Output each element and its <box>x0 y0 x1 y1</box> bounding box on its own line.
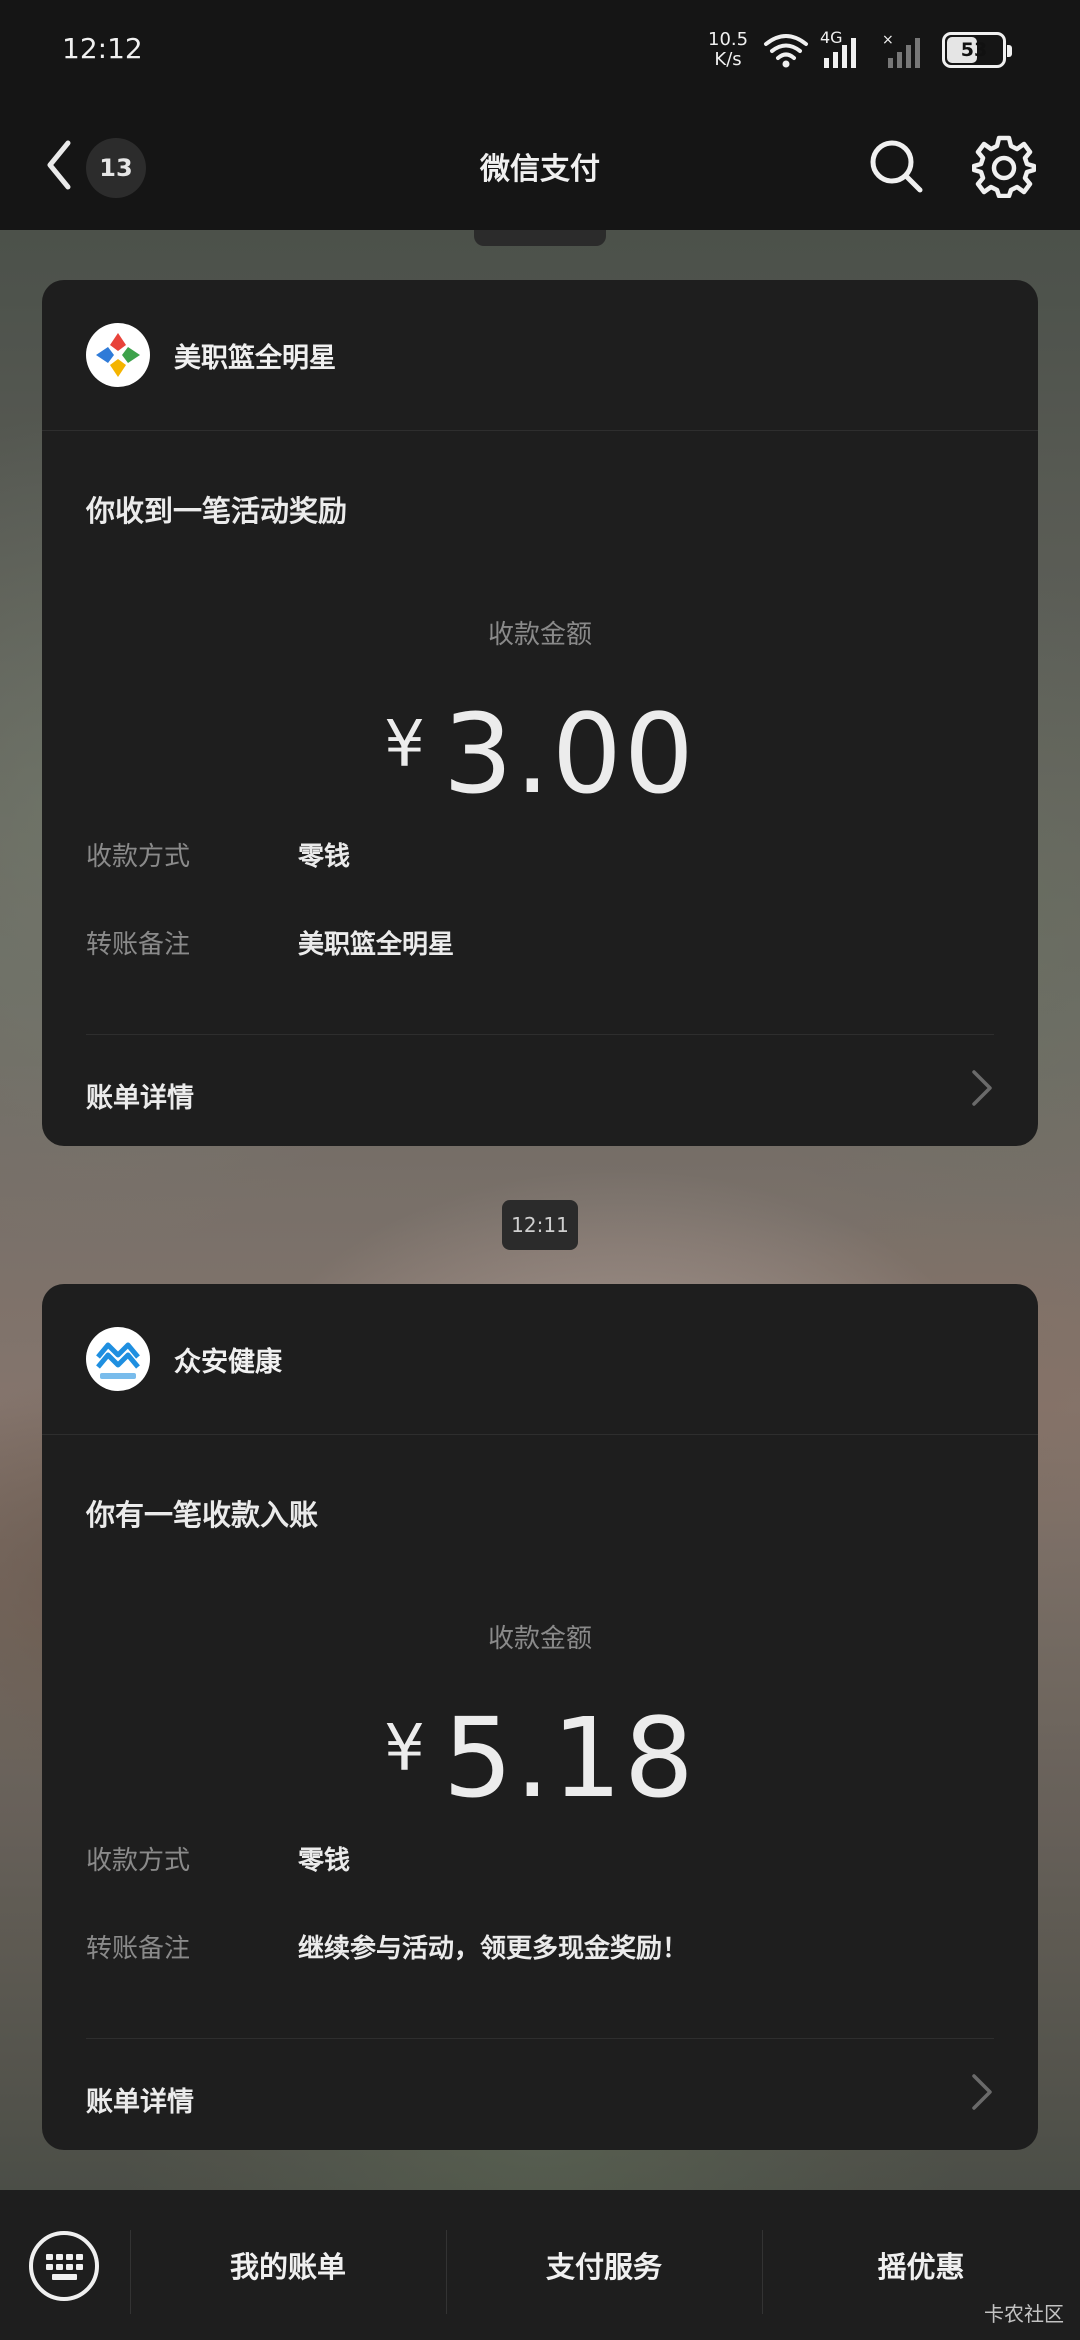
payment-method-label: 收款方式 <box>86 1846 191 1876</box>
network-speed-value: 10.5 <box>708 29 749 50</box>
divider <box>86 1034 994 1035</box>
menu-payment-services[interactable]: 支付服务 <box>446 2190 762 2340</box>
merchant-name: 美职篮全明星 <box>174 342 336 374</box>
signal-icon <box>824 38 856 68</box>
transfer-remark-label: 转账备注 <box>86 930 191 960</box>
payment-method-label: 收款方式 <box>86 842 191 872</box>
battery-icon: 53 <box>942 32 1012 68</box>
transfer-remark-value: 美职篮全明星 <box>298 930 455 960</box>
amount-label: 收款金额 <box>487 620 592 650</box>
battery-level: 53 <box>960 39 988 61</box>
gear-icon[interactable] <box>972 134 1036 198</box>
signal-no-service-icon: × <box>882 32 920 68</box>
merchant-logo <box>86 323 150 387</box>
network-speed-unit: K/s <box>714 49 742 70</box>
bottom-menu-bar: 我的账单 支付服务 摇优惠 <box>0 2190 1080 2340</box>
watermark-text: 卡农社区 <box>984 2302 1064 2326</box>
menu-my-bills[interactable]: 我的账单 <box>130 2190 446 2340</box>
merchant-logo-icon <box>96 333 140 377</box>
bill-details-link[interactable]: 账单详情 <box>86 2080 194 2119</box>
keyboard-icon[interactable] <box>28 2230 100 2302</box>
amount-label: 收款金额 <box>487 1624 592 1654</box>
divider <box>86 2038 994 2039</box>
payment-notification-card[interactable]: 美职篮全明星 你收到一笔活动奖励 收款金额 ¥3.00 收款方式 零钱 转账备注 美… <box>42 280 1038 1146</box>
transfer-remark-row: 转账备注 继续参与活动，领更多现金奖励！ <box>86 1928 688 1965</box>
chevron-right-icon[interactable] <box>968 2070 996 2114</box>
bill-details-link[interactable]: 账单详情 <box>86 1076 194 1115</box>
svg-text:×: × <box>882 32 894 48</box>
divider <box>42 1434 1038 1435</box>
merchant-logo <box>86 1327 150 1391</box>
previous-timestamp-edge <box>474 230 606 246</box>
currency-symbol: ¥ <box>384 708 425 782</box>
merchant-name: 众安健康 <box>174 1346 282 1378</box>
amount-value: 5.18 <box>442 1694 696 1822</box>
amount-value: 3.00 <box>442 690 696 818</box>
wifi-icon <box>764 34 808 68</box>
payment-method-row: 收款方式 零钱 <box>86 836 350 873</box>
search-icon[interactable] <box>866 136 926 196</box>
amount: ¥3.00 <box>42 690 1038 818</box>
chevron-right-icon[interactable] <box>968 1066 996 1110</box>
currency-symbol: ¥ <box>384 1712 425 1786</box>
payment-method-value: 零钱 <box>298 842 351 872</box>
notice-title: 你有一笔收款入账 <box>86 1498 319 1532</box>
payment-method-row: 收款方式 零钱 <box>86 1840 350 1877</box>
payment-method-value: 零钱 <box>298 1846 351 1876</box>
merchant-row[interactable]: 美职篮全明星 <box>86 322 336 388</box>
merchant-row[interactable]: 众安健康 <box>86 1326 282 1392</box>
transfer-remark-label: 转账备注 <box>86 1934 191 1964</box>
payment-notification-card[interactable]: 众安健康 你有一笔收款入账 收款金额 ¥5.18 收款方式 零钱 转账备注 继续参与… <box>42 1284 1038 2150</box>
network-speed: 10.5 K/s <box>708 30 748 70</box>
divider <box>42 430 1038 431</box>
amount: ¥5.18 <box>42 1694 1038 1822</box>
transfer-remark-row: 转账备注 美职篮全明星 <box>86 924 454 961</box>
notice-title: 你收到一笔活动奖励 <box>86 494 348 528</box>
message-timestamp: 12:11 <box>502 1200 578 1250</box>
status-bar: 12:12 10.5 K/s 4G × 53 <box>0 0 1080 100</box>
transfer-remark-value: 继续参与活动，领更多现金奖励！ <box>298 1934 689 1964</box>
merchant-logo-icon <box>96 1342 140 1379</box>
status-time: 12:12 <box>62 32 143 65</box>
